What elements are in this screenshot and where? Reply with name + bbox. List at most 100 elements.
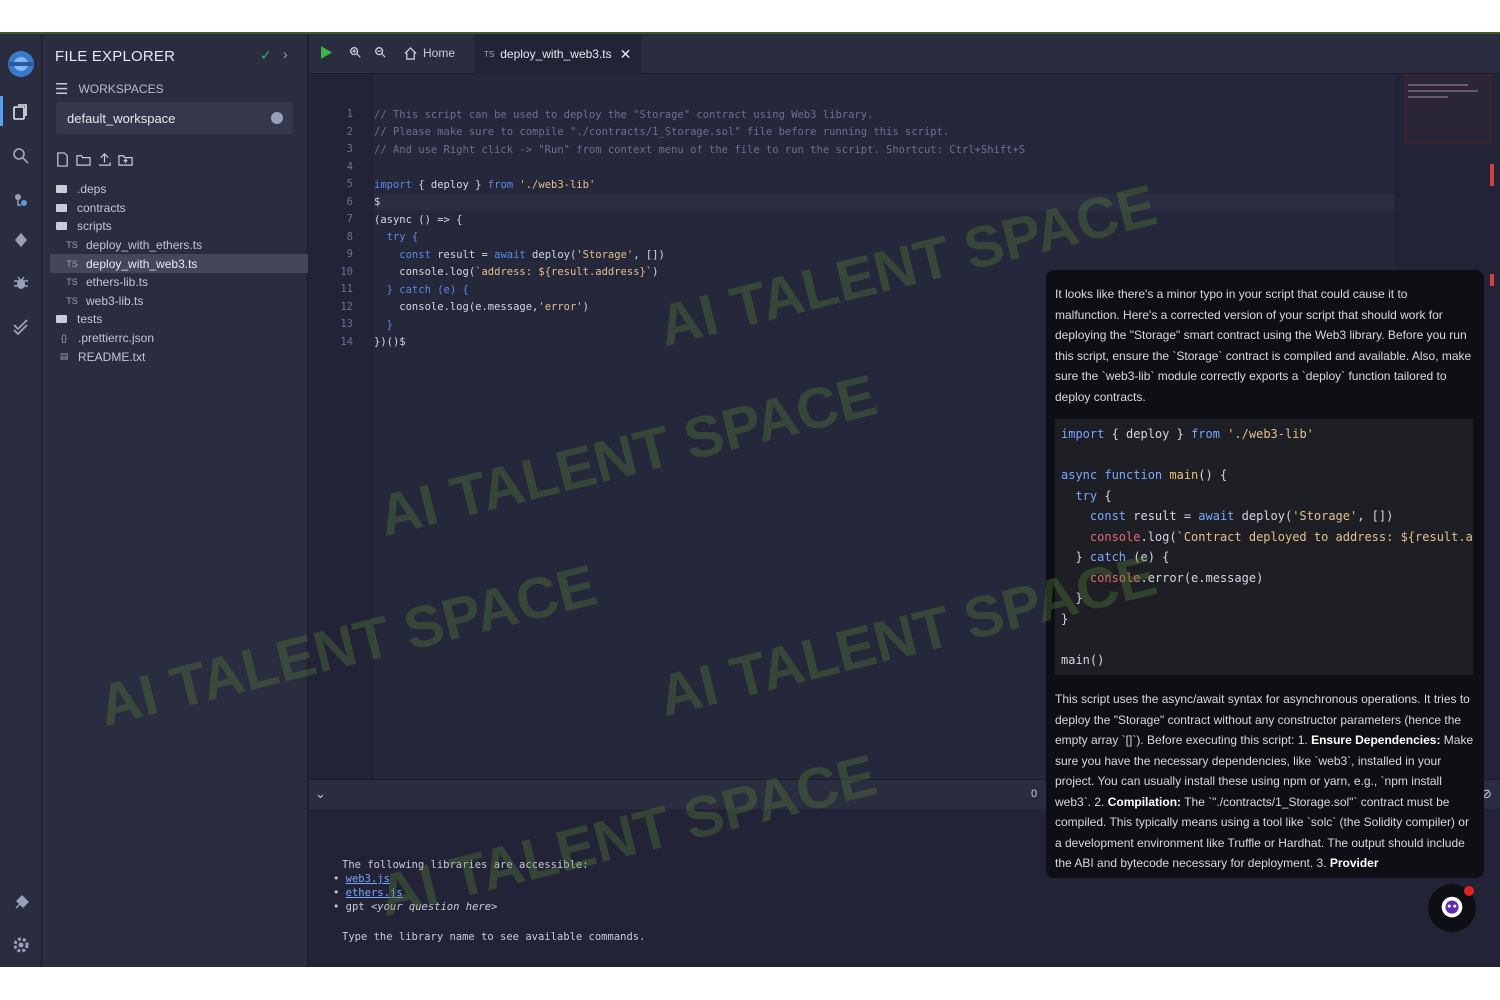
ai-chat-popup: It looks like there's a minor typo in yo…	[1046, 270, 1484, 878]
tree-item[interactable]: .deps	[42, 180, 308, 199]
explorer-title: FILE EXPLORER	[55, 48, 176, 65]
code-token: (async () => {	[374, 213, 463, 226]
zoom-in-icon[interactable]	[349, 46, 361, 58]
ethers-link[interactable]: ethers.js	[346, 887, 403, 899]
folder-icon	[56, 185, 67, 194]
tree-item-label: ethers-lib.ts	[86, 275, 149, 290]
chat-code-token: result =	[1126, 509, 1199, 523]
check-icon: ✓	[260, 47, 272, 63]
chat-code-token: 'Storage'	[1292, 509, 1358, 523]
logo-icon[interactable]	[5, 48, 37, 80]
code-token: 'error'	[538, 301, 583, 314]
chat-code-token: .log(	[1140, 529, 1177, 544]
tree-item[interactable]: TS web3-lib.ts	[42, 292, 308, 311]
code-token: // Please make sure to compile "./contra…	[374, 126, 950, 139]
code-line[interactable]: // Please make sure to compile "./contra…	[374, 124, 1394, 142]
tab-home[interactable]: Home	[404, 46, 455, 60]
code-token: 'Storage'	[576, 248, 634, 261]
chat-code-token: { deploy }	[1104, 427, 1192, 441]
chat-code-token: console	[1061, 570, 1141, 585]
code-line[interactable]: const result = await deploy('Storage', […	[374, 246, 1394, 264]
chat-code-token: }	[1061, 591, 1083, 605]
chat-code-line: }	[1061, 609, 1467, 630]
tree-item[interactable]: contracts	[42, 199, 308, 218]
verify-icon[interactable]	[8, 314, 34, 340]
new-file-icon[interactable]	[55, 152, 70, 172]
line-number: 11	[340, 283, 353, 295]
tab-home-label: Home	[423, 46, 456, 60]
code-line[interactable]: // This script can be used to deploy the…	[374, 106, 1394, 124]
new-folder-icon[interactable]	[76, 152, 91, 172]
chat-code-line: async function main() {	[1061, 465, 1467, 486]
chat-bold-text: Provider	[1329, 856, 1379, 870]
code-line[interactable]	[374, 159, 1394, 177]
debug-icon[interactable]	[8, 270, 34, 296]
code-line[interactable]: $	[374, 193, 1394, 211]
folder-open-icon	[56, 222, 67, 231]
tree-item-label: deploy_with_ethers.ts	[86, 238, 203, 253]
minimap-line	[1408, 96, 1448, 98]
tree-item[interactable]: {} .prettierrc.json	[42, 329, 308, 348]
tree-item[interactable]: TS ethers-lib.ts	[42, 273, 308, 292]
tree-item[interactable]: scripts	[42, 217, 308, 236]
editor-tab-bar: Home TS deploy_with_web3.ts ✕	[309, 34, 1500, 74]
tree-item[interactable]: TS deploy_with_web3.ts	[50, 254, 308, 273]
compile-icon[interactable]	[8, 227, 34, 253]
line-number: 5	[346, 178, 353, 190]
chat-code-token: `Contract deployed to address: ${result.…	[1176, 529, 1473, 544]
code-line[interactable]: // And use Right click -> "Run" from con…	[374, 141, 1394, 159]
tree-item-label: web3-lib.ts	[86, 293, 144, 308]
tab-deploy-with-web3[interactable]: TS deploy_with_web3.ts ✕	[474, 34, 642, 74]
terminal-hint: Type the library name to see available c…	[342, 931, 646, 943]
line-number: 6	[346, 195, 353, 208]
code-token: try {	[374, 231, 419, 244]
code-token: // And use Right click -> "Run" from con…	[374, 143, 1026, 156]
chat-code-line: import { deploy } from './web3-lib'	[1061, 424, 1467, 445]
chat-code-token: './web3-lib'	[1219, 427, 1314, 441]
collapse-terminal-icon[interactable]: ⌄	[315, 786, 326, 802]
hamburger-menu-icon[interactable]: ☰	[55, 80, 68, 98]
file-explorer-icon[interactable]	[8, 99, 34, 125]
run-icon[interactable]	[321, 46, 332, 59]
search-icon[interactable]	[8, 143, 34, 169]
rail-active-indicator	[0, 96, 3, 126]
chevron-right-icon[interactable]: ›	[283, 46, 288, 62]
plug-icon[interactable]	[8, 890, 34, 916]
select-toggle-icon[interactable]	[271, 112, 283, 124]
ai-assistant-button[interactable]	[1428, 884, 1476, 932]
code-line[interactable]: try {	[374, 229, 1394, 247]
chat-code-line: main()	[1061, 650, 1467, 671]
line-number-gutter: 1 2 3 4 5 6 7 8 9 10 11 12 13 14	[309, 74, 374, 779]
ts-file-icon: TS	[66, 258, 78, 269]
transaction-counter: 0	[1031, 788, 1038, 800]
tree-item[interactable]: tests	[42, 310, 308, 329]
tree-item[interactable]: TS deploy_with_ethers.ts	[42, 236, 308, 255]
line-number: 12	[340, 300, 353, 313]
upload-folder-icon[interactable]	[118, 152, 133, 172]
settings-icon[interactable]	[8, 932, 34, 958]
tree-item[interactable]: ▤ README.txt	[42, 347, 308, 366]
code-line[interactable]: (async () => {	[374, 211, 1394, 229]
chat-code-token: from	[1191, 427, 1220, 441]
code-token: )	[582, 301, 589, 314]
workspace-select[interactable]: default_workspace	[56, 102, 293, 134]
upload-icon[interactable]	[97, 152, 112, 172]
tree-item-label: .prettierrc.json	[78, 331, 155, 346]
close-tab-icon[interactable]: ✕	[620, 46, 632, 63]
line-number: 8	[346, 230, 353, 243]
zoom-out-icon[interactable]	[374, 46, 386, 58]
chat-code-token: () {	[1198, 468, 1228, 482]
chat-code-line: }	[1061, 588, 1467, 609]
line-number: 1	[346, 108, 353, 120]
tree-item-label: deploy_with_web3.ts	[86, 256, 198, 271]
tree-item-label: .deps	[77, 182, 107, 197]
error-marker	[1490, 164, 1494, 186]
code-line[interactable]: import { deploy } from './web3-lib'	[374, 176, 1394, 194]
web3-link[interactable]: web3.js	[346, 873, 390, 885]
notification-dot	[1464, 886, 1474, 896]
line-number: 10	[340, 265, 353, 278]
ts-file-icon: TS	[484, 49, 495, 59]
plugin-icon[interactable]	[8, 187, 34, 213]
folder-icon	[56, 203, 67, 212]
chat-code-line	[1061, 445, 1467, 466]
